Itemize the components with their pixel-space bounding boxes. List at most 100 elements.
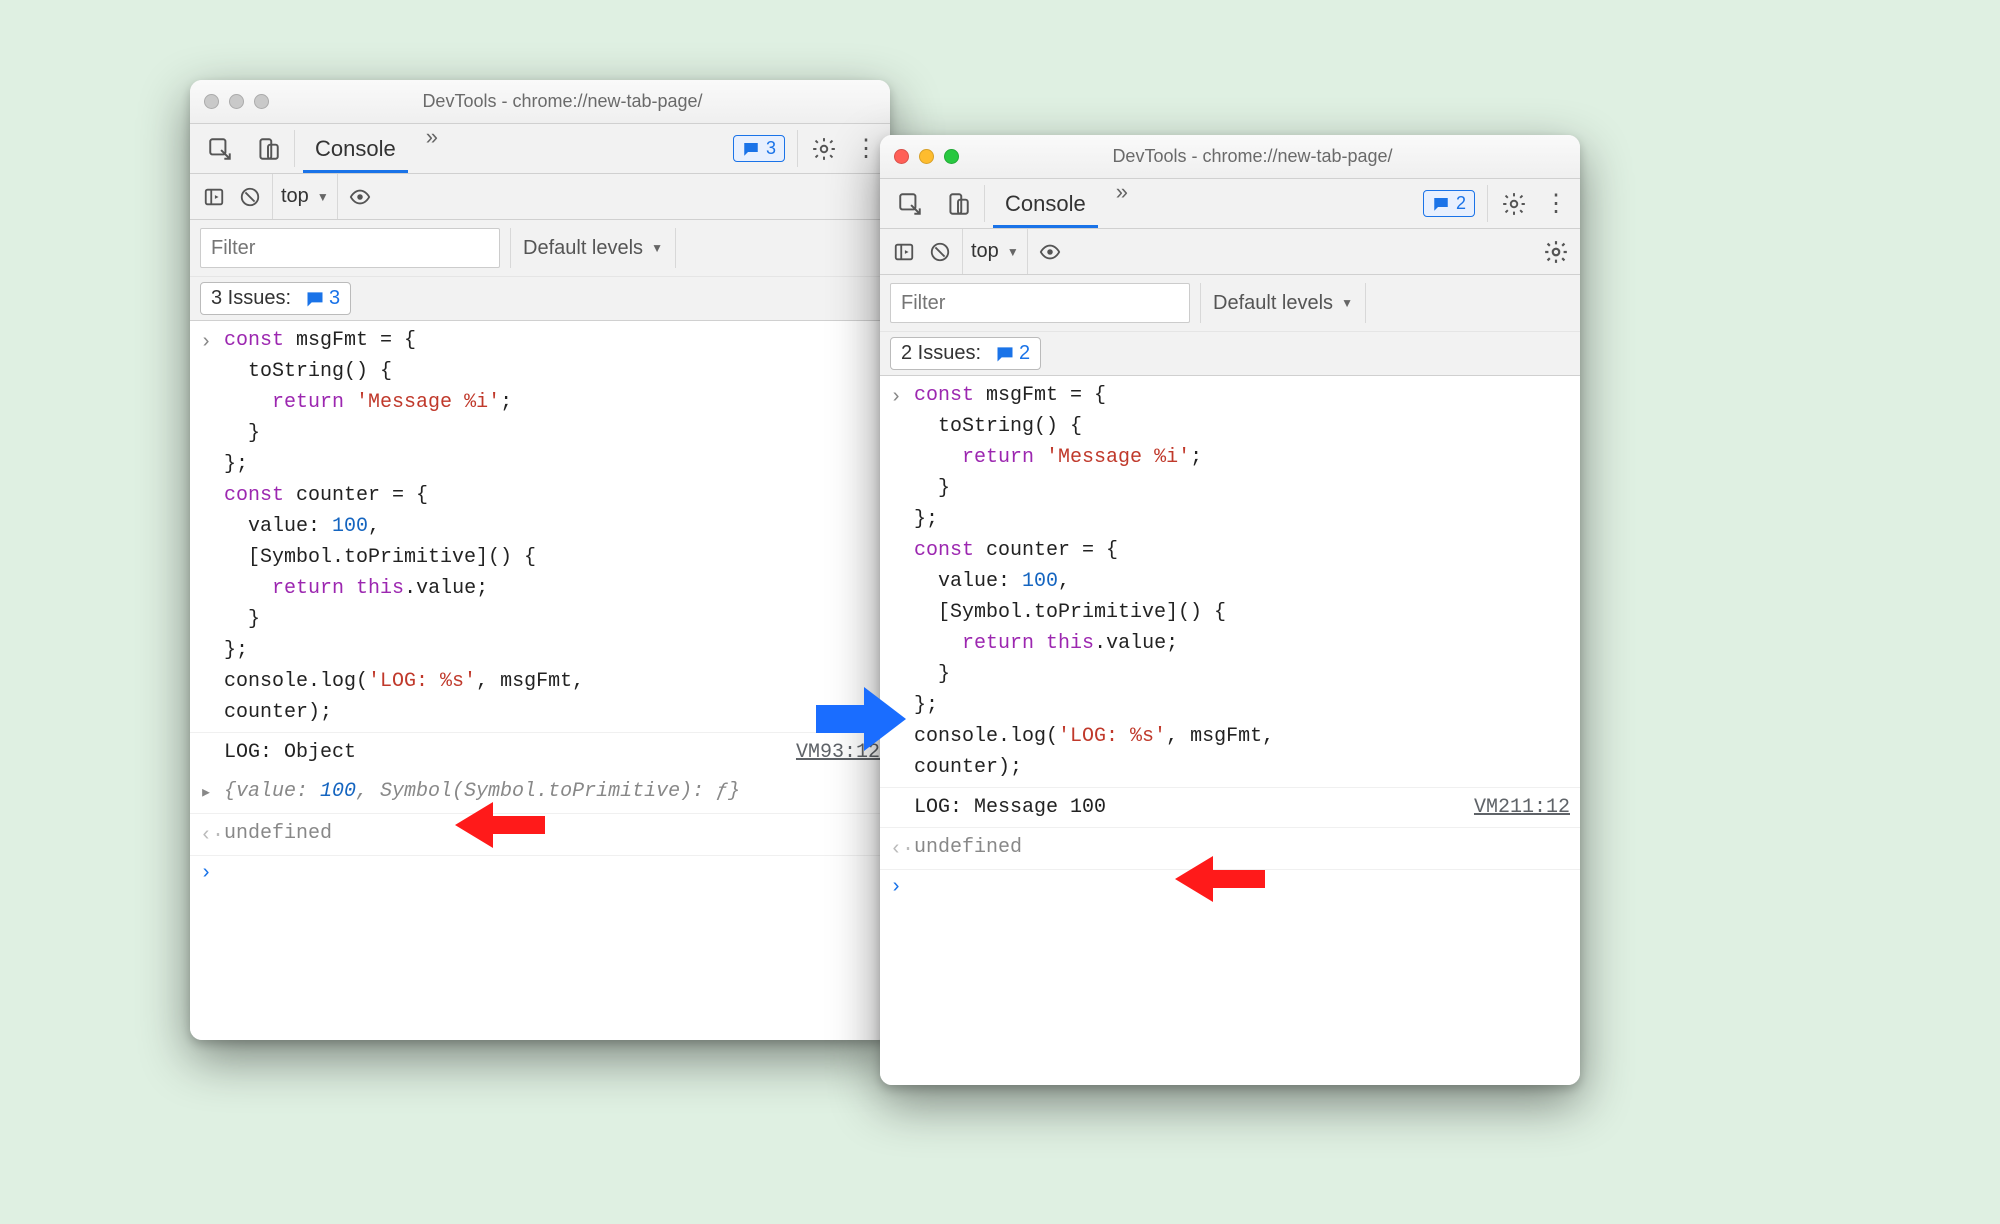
console-code: const msgFmt = { toString() { return 'Me… <box>224 325 880 728</box>
show-sidebar-button[interactable] <box>200 183 228 211</box>
message-icon <box>305 289 325 309</box>
console-output-row: LOG: Message 100 VM211:12 <box>880 788 1580 828</box>
console-messages: › const msgFmt = { toString() { return '… <box>880 376 1580 1085</box>
console-input-row[interactable]: › const msgFmt = { toString() { return '… <box>880 376 1580 788</box>
device-toggle-button[interactable] <box>934 179 982 228</box>
inspect-icon <box>896 191 924 217</box>
maximize-button[interactable] <box>944 149 959 164</box>
sidebar-icon <box>203 186 225 208</box>
issues-chip[interactable]: 2 <box>1423 190 1475 217</box>
minimize-button[interactable] <box>919 149 934 164</box>
more-tabs-button[interactable]: » <box>414 124 450 173</box>
clear-icon <box>929 241 951 263</box>
inspect-icon <box>206 136 234 162</box>
live-expression-button[interactable] <box>346 183 374 211</box>
tab-console-label: Console <box>1005 191 1086 217</box>
console-subbar: top ▼ <box>880 229 1580 275</box>
tab-console[interactable]: Console <box>297 124 414 173</box>
console-settings-button[interactable] <box>1542 238 1570 266</box>
issues-text: 2 Issues: <box>901 342 981 365</box>
chevron-down-icon: ▼ <box>651 241 663 255</box>
eye-icon <box>1039 241 1061 263</box>
sidebar-icon <box>893 241 915 263</box>
live-expression-button[interactable] <box>1036 238 1064 266</box>
undefined-text: undefined <box>224 818 880 851</box>
transition-arrow-icon <box>816 683 906 755</box>
message-icon <box>995 344 1015 364</box>
device-icon <box>944 191 972 217</box>
issues-bar: 3 Issues: 3 <box>190 277 890 321</box>
console-output-text: LOG: Object <box>224 737 786 768</box>
gear-icon <box>1543 239 1569 265</box>
inspect-element-button[interactable] <box>196 124 244 173</box>
titlebar: DevTools - chrome://new-tab-page/ <box>880 135 1580 179</box>
clear-console-button[interactable] <box>236 183 264 211</box>
issues-pill[interactable]: 2 Issues: 2 <box>890 337 1041 370</box>
default-levels-selector[interactable]: Default levels ▼ <box>1200 283 1366 323</box>
highlight-arrow-icon <box>1175 856 1265 902</box>
context-selector[interactable]: top ▼ <box>962 229 1028 274</box>
chevron-down-icon: ▼ <box>1341 296 1353 310</box>
chevron-right-icon: › <box>200 325 224 728</box>
filter-bar: Default levels ▼ <box>880 275 1580 332</box>
close-button[interactable] <box>894 149 909 164</box>
filter-input[interactable] <box>890 283 1190 323</box>
toolbar-divider <box>984 185 985 222</box>
device-toggle-button[interactable] <box>244 124 292 173</box>
context-selector[interactable]: top ▼ <box>272 174 338 219</box>
source-link[interactable]: VM211:12 <box>1474 792 1570 823</box>
settings-button[interactable] <box>1490 179 1538 228</box>
return-arrow-icon: ‹· <box>890 832 914 865</box>
console-code: const msgFmt = { toString() { return 'Me… <box>914 380 1570 783</box>
gear-icon <box>1500 191 1528 217</box>
traffic-lights <box>204 94 269 109</box>
chevron-right-icon: › <box>890 874 914 899</box>
clear-icon <box>239 186 261 208</box>
default-levels-label: Default levels <box>1213 292 1333 315</box>
toolbar-divider <box>1487 185 1488 222</box>
object-preview-text: {value: 100, Symbol(Symbol.toPrimitive):… <box>224 776 880 809</box>
issues-chip[interactable]: 3 <box>733 135 785 162</box>
console-input-row[interactable]: › const msgFmt = { toString() { return '… <box>190 321 890 733</box>
inspect-element-button[interactable] <box>886 179 934 228</box>
more-menu-button[interactable]: ⋮ <box>1538 179 1574 228</box>
more-menu-button[interactable]: ⋮ <box>848 124 884 173</box>
issues-count: 2 <box>1019 342 1030 365</box>
devtools-window-right: DevTools - chrome://new-tab-page/ Consol… <box>880 135 1580 1085</box>
gear-icon <box>810 136 838 162</box>
filter-input[interactable] <box>200 228 500 268</box>
message-icon <box>742 140 760 158</box>
console-subbar: top ▼ <box>190 174 890 220</box>
close-button[interactable] <box>204 94 219 109</box>
settings-button[interactable] <box>800 124 848 173</box>
issues-chip-count: 2 <box>1456 193 1466 214</box>
maximize-button[interactable] <box>254 94 269 109</box>
console-output-row: LOG: Object VM93:12 <box>190 733 890 772</box>
console-messages: › const msgFmt = { toString() { return '… <box>190 321 890 1040</box>
default-levels-selector[interactable]: Default levels ▼ <box>510 228 676 268</box>
return-arrow-icon: ‹· <box>200 818 224 851</box>
issues-pill[interactable]: 3 Issues: 3 <box>200 282 351 315</box>
tab-console-label: Console <box>315 136 396 162</box>
toolbar-divider <box>797 130 798 167</box>
console-prompt[interactable]: › <box>190 856 890 889</box>
issues-text: 3 Issues: <box>211 287 291 310</box>
context-label: top <box>971 240 999 263</box>
highlight-arrow-icon <box>455 802 545 848</box>
eye-icon <box>349 186 371 208</box>
more-tabs-button[interactable]: » <box>1104 179 1140 228</box>
toolbar-divider <box>294 130 295 167</box>
chevron-down-icon: ▼ <box>1007 245 1019 259</box>
issues-count: 3 <box>329 287 340 310</box>
clear-console-button[interactable] <box>926 238 954 266</box>
show-sidebar-button[interactable] <box>890 238 918 266</box>
minimize-button[interactable] <box>229 94 244 109</box>
chevron-right-icon: › <box>200 860 224 885</box>
expand-icon[interactable]: ▸ <box>200 776 224 809</box>
filter-bar: Default levels ▼ <box>190 220 890 277</box>
tab-console[interactable]: Console <box>987 179 1104 228</box>
titlebar: DevTools - chrome://new-tab-page/ <box>190 80 890 124</box>
message-icon <box>1432 195 1450 213</box>
issues-chip-count: 3 <box>766 138 776 159</box>
window-title: DevTools - chrome://new-tab-page/ <box>289 91 876 112</box>
